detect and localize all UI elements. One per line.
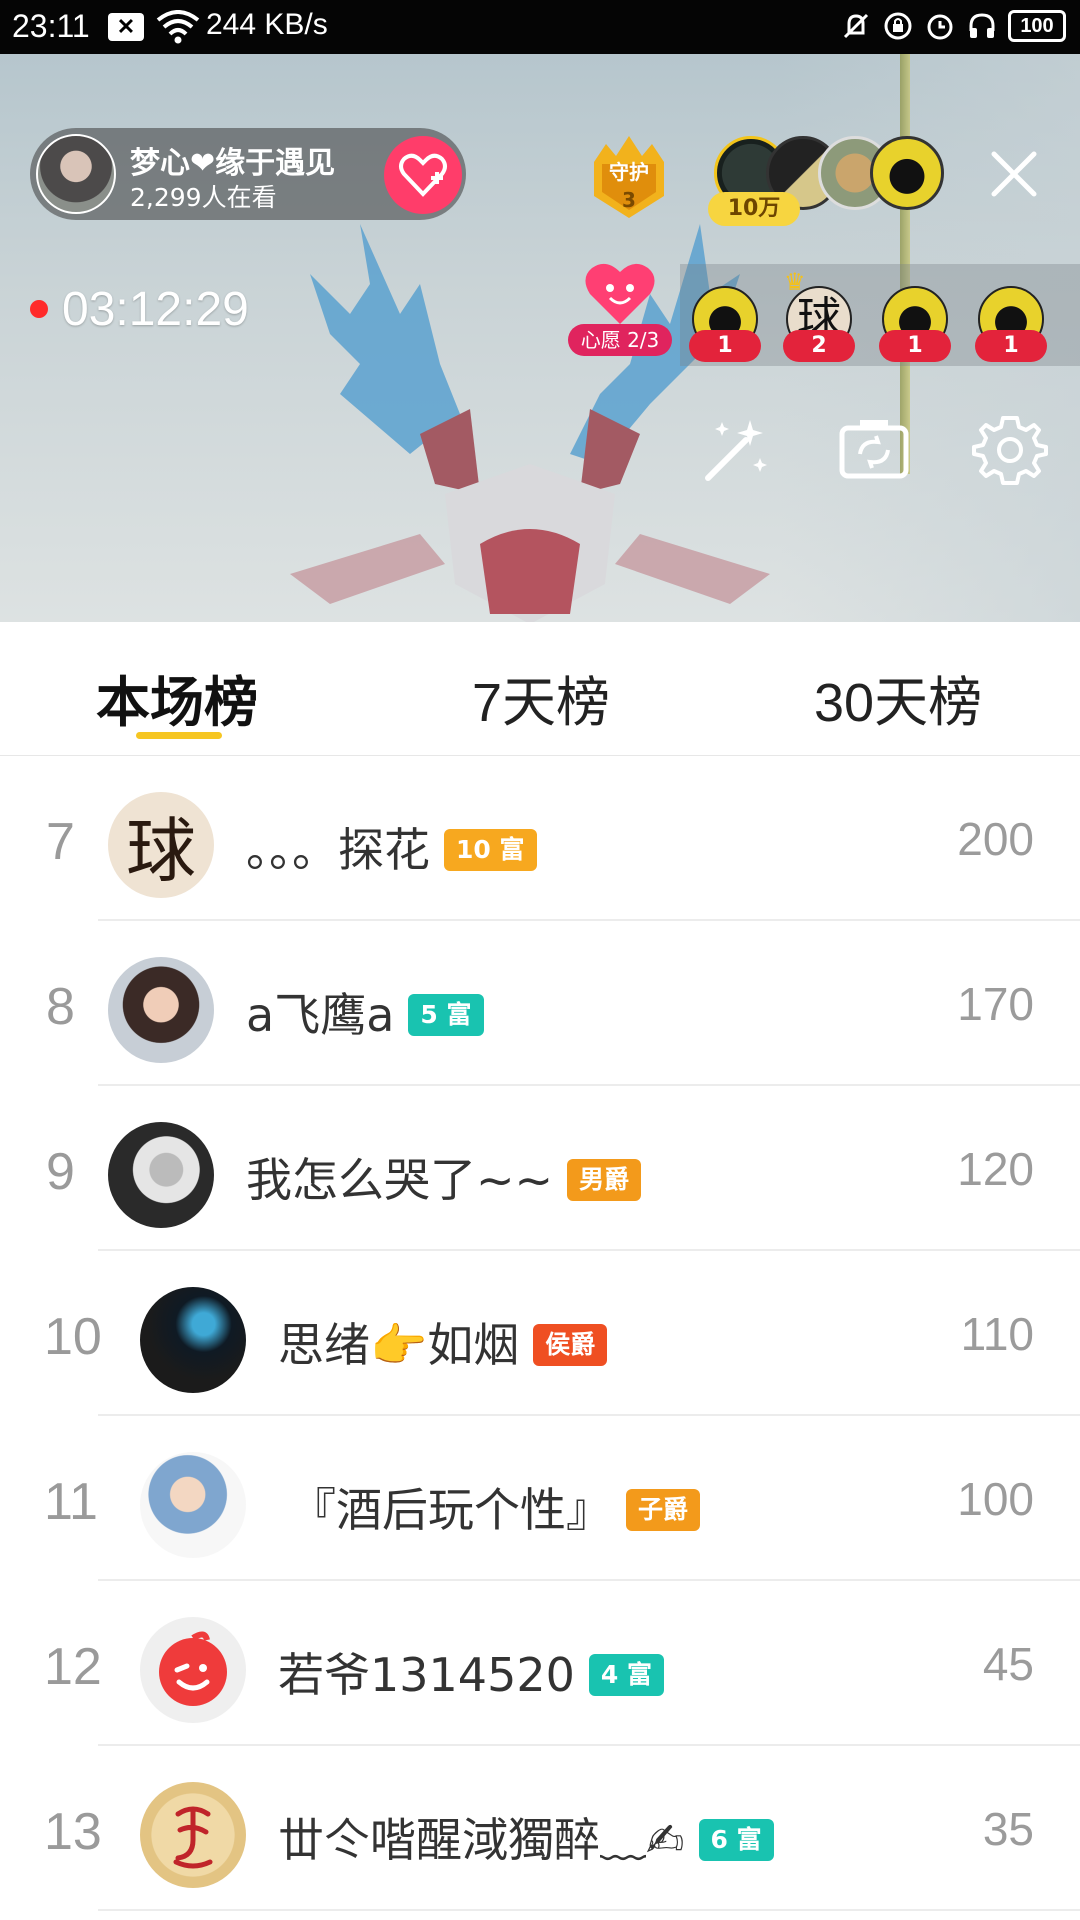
crown-icon: ♛ — [784, 268, 806, 296]
wish-button[interactable]: 心愿 2/3 — [568, 258, 672, 358]
wifi-icon — [156, 10, 200, 49]
ranking-row[interactable]: 9 我怎么哭了~~ 男爵 120 — [0, 1086, 1080, 1251]
rank-number: 8 — [46, 978, 75, 1036]
wealth-badge: 10 富 — [444, 828, 537, 871]
rank-number: 13 — [44, 1803, 102, 1861]
battery-icon: 100 — [1008, 10, 1066, 42]
user-name: a飞鹰a 5 富 — [246, 979, 484, 1045]
host-info-pill[interactable]: 梦心❤缘于遇见 2,299人在看 — [30, 128, 466, 220]
active-tab-indicator — [136, 732, 222, 739]
guard-count: 3 — [622, 188, 636, 212]
switch-camera-button[interactable] — [836, 412, 912, 488]
contribution-tag: 10万 — [708, 192, 800, 226]
tab-this-session[interactable]: 本场榜 — [96, 658, 258, 737]
rank-number: 7 — [46, 813, 75, 871]
user-avatar[interactable] — [140, 1287, 246, 1393]
status-time: 23:11 — [12, 8, 90, 44]
tab-7-days[interactable]: 7天榜 — [472, 658, 610, 737]
user-avatar[interactable] — [140, 1617, 246, 1723]
wealth-badge: 4 富 — [588, 1653, 664, 1696]
notification-x-icon: ✕ — [108, 13, 144, 41]
follow-button[interactable] — [384, 136, 462, 214]
user-avatar[interactable] — [108, 1122, 214, 1228]
deer-head-decoration — [290, 224, 770, 622]
ranking-list: 7 球 。。。探花 10 富 200 8 a飞鹰a 5 富 170 9 我怎么哭了~… — [0, 756, 1080, 1911]
wealth-badge: 5 富 — [408, 993, 484, 1036]
host-name: 梦心❤缘于遇见 — [130, 146, 336, 181]
user-name: 若爷1314520 4 富 — [278, 1639, 664, 1705]
close-icon — [991, 151, 1037, 197]
user-score: 120 — [957, 1143, 1034, 1195]
close-button[interactable] — [988, 148, 1040, 200]
ranking-row[interactable]: 13 丗仒喈醒淢獨醉﹏✍ 6 富 35 — [0, 1746, 1080, 1911]
user-name: 我怎么哭了~~ 男爵 — [246, 1144, 642, 1210]
status-icons: 100 — [840, 10, 1066, 42]
status-bar: 23:11 ✕ 244 KB/s 100 — [0, 0, 1080, 54]
bell-off-icon — [840, 10, 872, 42]
rank-badge: 子爵 — [626, 1488, 701, 1531]
ranking-row[interactable]: 12 若爷1314520 4 富 45 — [0, 1581, 1080, 1746]
guard-badge[interactable]: 守护 3 — [584, 134, 674, 220]
fan-count: 1 — [689, 330, 761, 362]
user-name: 。。。探花 10 富 — [246, 814, 537, 880]
viewer-count: 2,299人在看 — [130, 183, 277, 212]
live-timer: 03:12:29 — [62, 283, 249, 336]
gear-icon — [972, 416, 1048, 485]
magic-wand-icon — [705, 420, 767, 481]
user-score: 200 — [957, 813, 1034, 865]
ranking-row[interactable]: 8 a飞鹰a 5 富 170 — [0, 921, 1080, 1086]
user-score: 170 — [957, 978, 1034, 1030]
host-avatar[interactable] — [36, 134, 116, 214]
rank-badge: 侯爵 — [533, 1323, 608, 1366]
user-score: 35 — [982, 1803, 1034, 1855]
seal-logo-icon — [173, 1806, 213, 1869]
headphones-icon — [966, 10, 998, 42]
camera-switch-icon — [839, 420, 909, 479]
rank-badge: 男爵 — [567, 1158, 642, 1201]
rank-number: 10 — [44, 1308, 102, 1366]
rank-number: 9 — [46, 1143, 75, 1201]
wealth-badge: 6 富 — [698, 1818, 774, 1861]
rank-number: 11 — [44, 1473, 98, 1531]
network-speed: 244 KB/s — [206, 8, 328, 41]
user-score: 100 — [957, 1473, 1034, 1525]
contributor-avatar[interactable] — [870, 136, 944, 210]
fan-count: 1 — [975, 330, 1047, 362]
rank-number: 12 — [44, 1638, 102, 1696]
user-name: 思绪👉如烟 侯爵 — [278, 1309, 608, 1375]
settings-button[interactable] — [972, 412, 1048, 488]
user-name: 『酒后玩个性』 子爵 — [290, 1474, 701, 1540]
red-smile-icon — [159, 1631, 227, 1706]
wish-progress: 心愿 2/3 — [568, 324, 672, 356]
live-video[interactable]: 梦心❤缘于遇见 2,299人在看 守护 3 10万 03:12:29 心愿 2/… — [0, 54, 1080, 622]
user-score: 45 — [982, 1638, 1034, 1690]
tab-30-days[interactable]: 30天榜 — [814, 658, 982, 737]
user-score: 110 — [960, 1308, 1034, 1360]
guard-label: 守护 — [609, 160, 649, 184]
ranking-tabs: 本场榜 7天榜 30天榜 — [0, 622, 1080, 756]
user-avatar[interactable] — [140, 1782, 246, 1888]
user-name: 丗仒喈醒淢獨醉﹏✍ 6 富 — [278, 1804, 774, 1870]
lock-rotation-icon — [882, 10, 914, 42]
user-avatar[interactable]: 球 — [108, 792, 214, 898]
heart-plus-icon — [399, 153, 447, 197]
heart-face-icon — [585, 263, 655, 324]
user-avatar[interactable] — [140, 1452, 246, 1558]
ranking-row[interactable]: 10 思绪👉如烟 侯爵 110 — [0, 1251, 1080, 1416]
fan-count: 1 — [879, 330, 951, 362]
user-avatar[interactable] — [108, 957, 214, 1063]
live-dot — [30, 300, 48, 318]
beauty-button[interactable] — [698, 412, 774, 488]
fan-count: 2 — [783, 330, 855, 362]
ranking-row[interactable]: 11 『酒后玩个性』 子爵 100 — [0, 1416, 1080, 1581]
ranking-row[interactable]: 7 球 。。。探花 10 富 200 — [0, 756, 1080, 921]
alarm-icon — [924, 10, 956, 42]
fans-strip[interactable]: 1 球 ♛ 2 1 1 — [680, 264, 1080, 366]
